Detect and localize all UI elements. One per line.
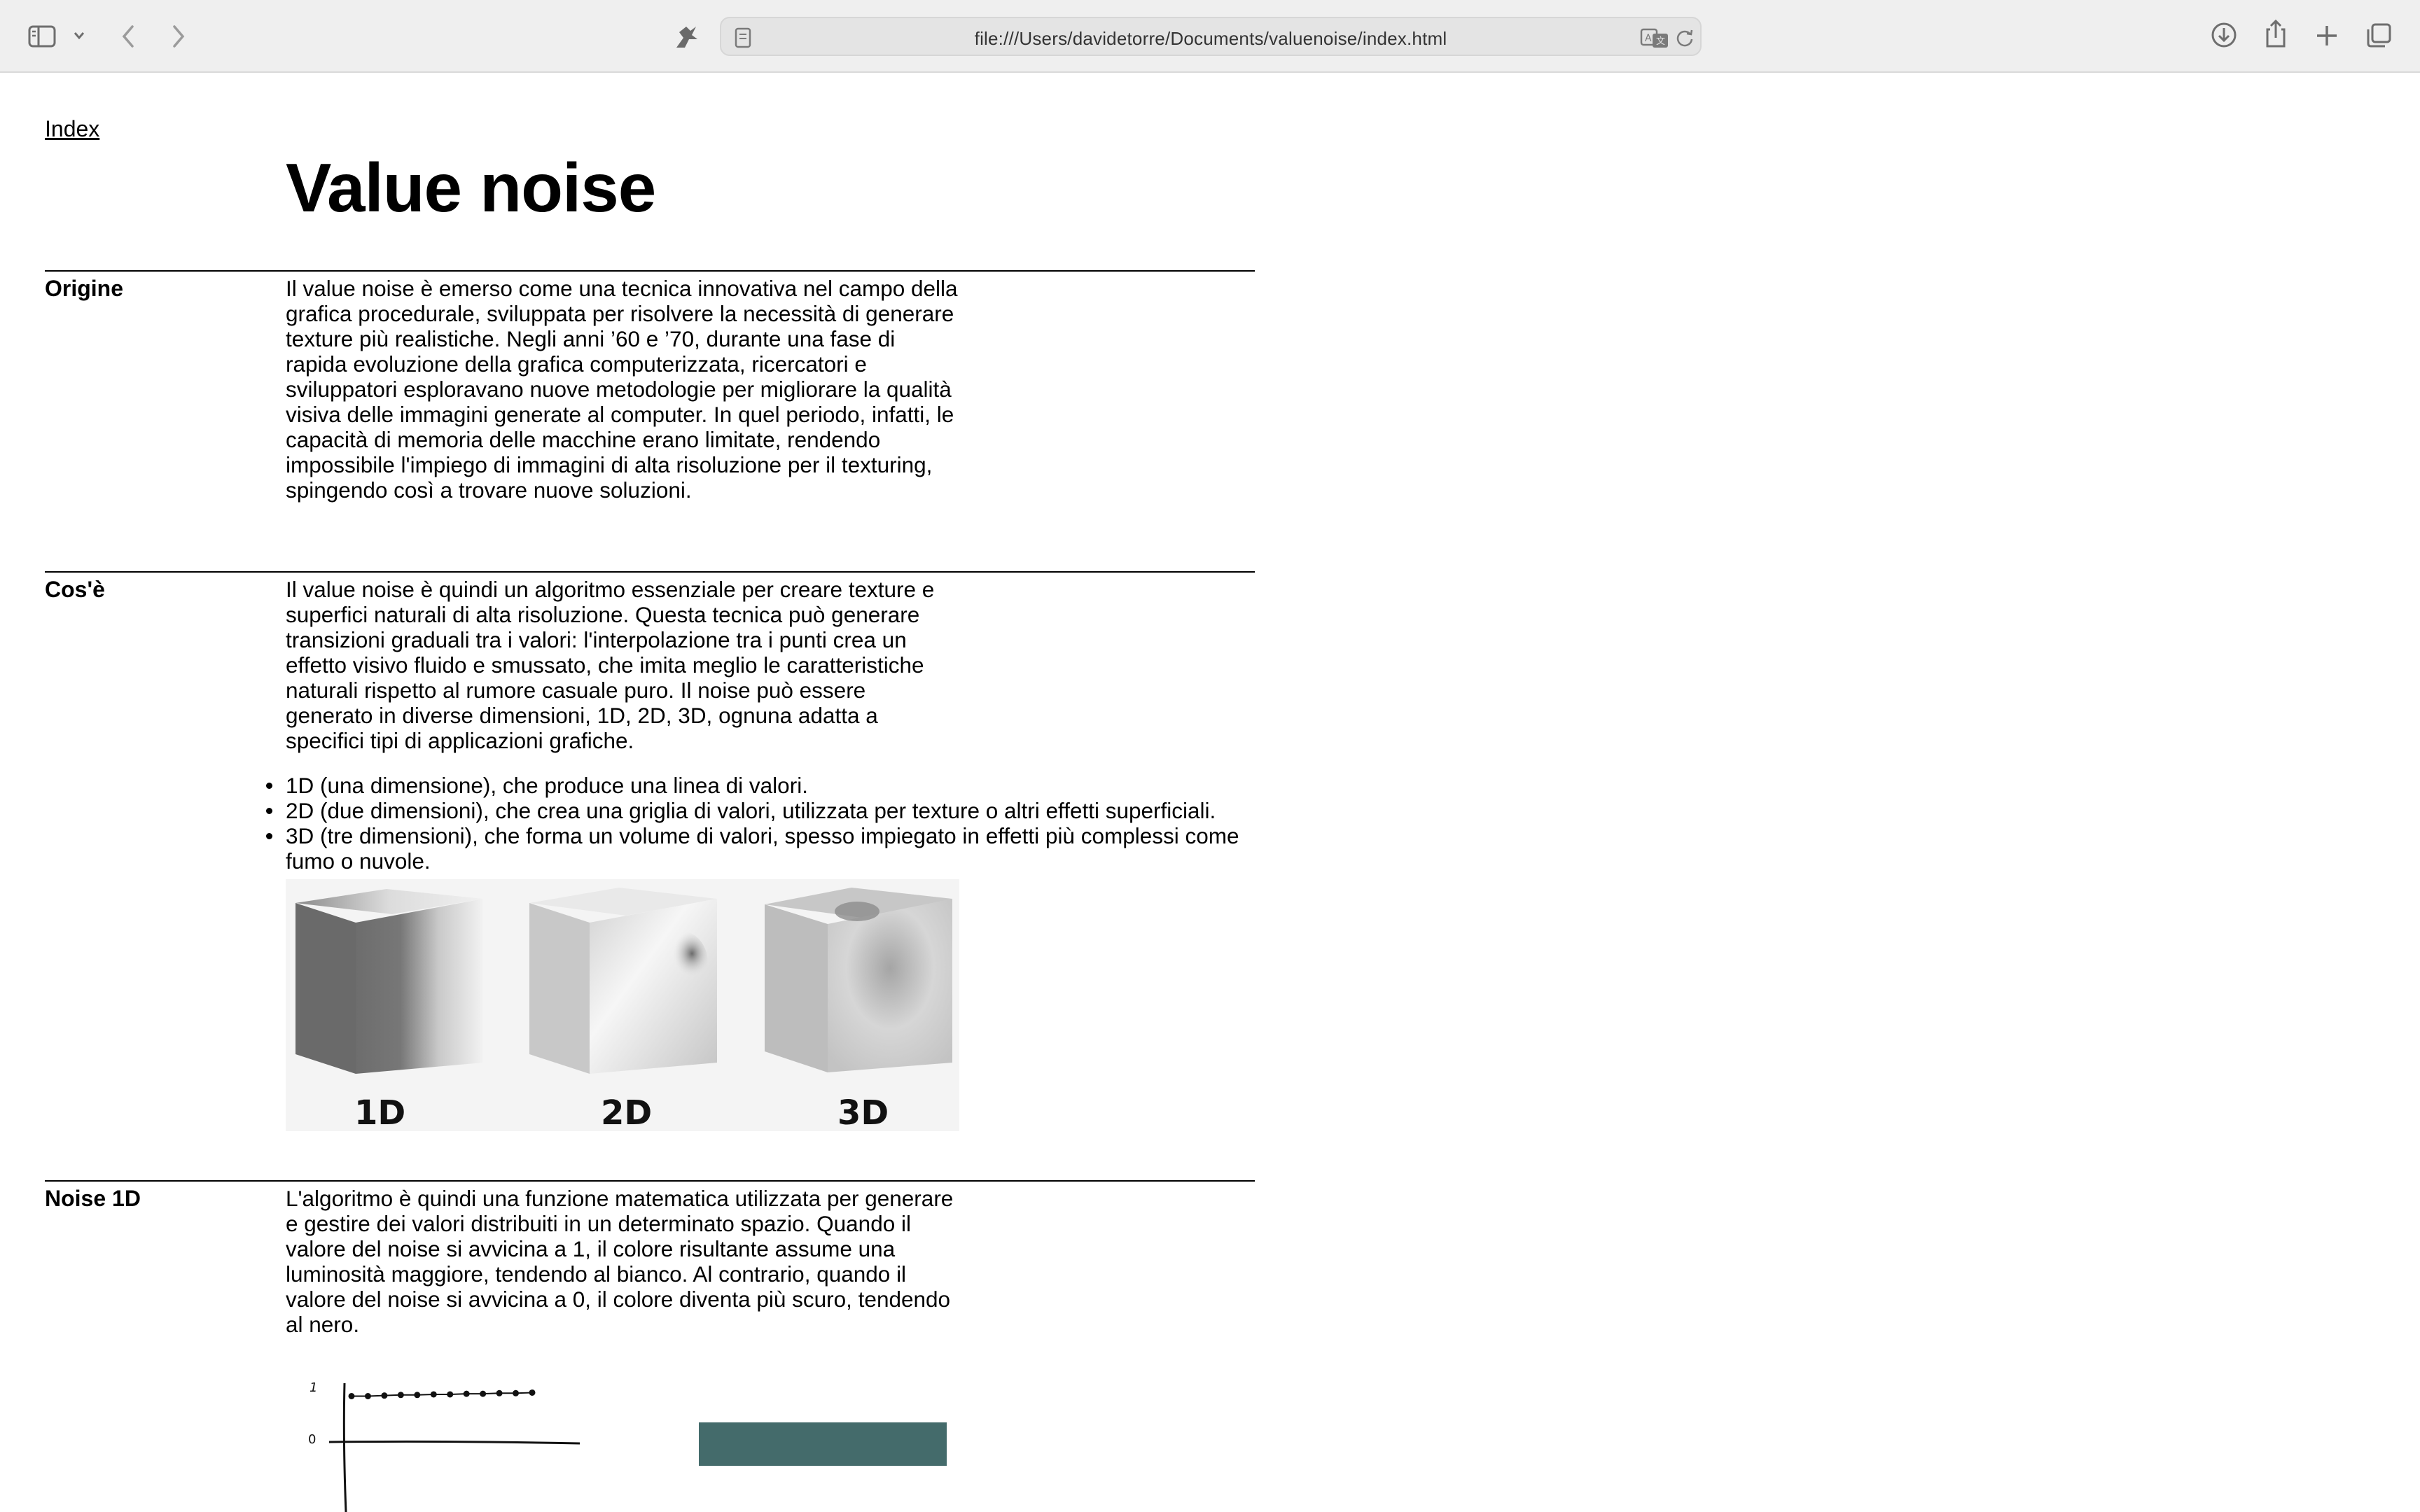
list-item: 1D (una dimensione), che produce una lin…	[266, 773, 1266, 798]
data-point	[430, 1391, 437, 1398]
extension-icon[interactable]	[671, 21, 702, 52]
section-text-cose: Il value noise è quindi un algoritmo ess…	[286, 577, 935, 753]
address-bar[interactable]: file:///Users/davidetorre/Documents/valu…	[720, 17, 1702, 56]
url-text[interactable]: file:///Users/davidetorre/Documents/valu…	[721, 28, 1700, 50]
y-tick-0: 0	[308, 1432, 316, 1447]
reload-icon[interactable]	[1675, 28, 1695, 48]
data-point	[463, 1390, 470, 1397]
data-point	[513, 1390, 520, 1396]
list-item: 3D (tre dimensioni), che forma un volume…	[266, 823, 1266, 874]
sidebar-icon[interactable]	[28, 25, 56, 48]
cube-label-3d: 3D	[837, 1093, 889, 1131]
back-icon[interactable]	[120, 24, 136, 49]
y-axis	[342, 1382, 347, 1512]
x-axis	[328, 1440, 580, 1445]
section-label-cose: Cos'è	[45, 577, 105, 602]
series-line	[352, 1392, 533, 1397]
data-point	[364, 1392, 371, 1399]
data-point	[381, 1392, 388, 1399]
translate-icon[interactable]: A 文	[1640, 27, 1669, 49]
dimension-list: 1D (una dimensione), che produce una lin…	[266, 773, 1266, 874]
section-label-origine: Origine	[45, 276, 124, 301]
noise-cubes-figure: 1D 2D 3D	[286, 879, 959, 1133]
download-icon[interactable]	[2210, 21, 2238, 49]
cube-label-2d: 2D	[601, 1093, 652, 1131]
section-label-noise-1d: Noise 1D	[45, 1186, 141, 1211]
noise-1d-chart: 1 0	[308, 1380, 580, 1512]
list-item: 2D (due dimensioni), che crea una grigli…	[266, 798, 1266, 823]
cube-1d-image	[295, 889, 483, 1074]
tabs-overview-icon[interactable]	[2365, 22, 2392, 49]
web-page: Index Value noise Origine Il value noise…	[0, 73, 2420, 1512]
cube-3d-image	[765, 888, 952, 1072]
index-link[interactable]: Index	[45, 116, 99, 142]
data-point	[496, 1390, 503, 1396]
data-point	[480, 1390, 487, 1397]
data-point	[348, 1392, 355, 1399]
data-point	[397, 1392, 404, 1399]
section-divider	[45, 1180, 1255, 1182]
new-tab-icon[interactable]	[2315, 24, 2339, 48]
browser-toolbar: file:///Users/davidetorre/Documents/valu…	[0, 0, 2420, 73]
cube-2d-image	[529, 888, 717, 1074]
section-divider	[45, 270, 1255, 272]
data-point	[414, 1392, 421, 1399]
section-text-noise-1d: L'algoritmo è quindi una funzione matema…	[286, 1186, 954, 1337]
cube-label-1d: 1D	[354, 1093, 405, 1131]
svg-text:文: 文	[1656, 36, 1665, 47]
section-text-origine: Il value noise è emerso come una tecnica…	[286, 276, 958, 503]
forward-icon[interactable]	[171, 24, 186, 49]
svg-text:A: A	[1645, 33, 1652, 44]
y-tick-1: 1	[310, 1380, 317, 1395]
data-point	[447, 1391, 454, 1398]
share-icon[interactable]	[2263, 18, 2288, 49]
data-point	[529, 1389, 536, 1396]
page-title: Value noise	[286, 149, 656, 226]
noise-color-swatch	[699, 1422, 947, 1466]
chevron-down-icon[interactable]	[73, 31, 85, 41]
section-divider	[45, 571, 1255, 573]
